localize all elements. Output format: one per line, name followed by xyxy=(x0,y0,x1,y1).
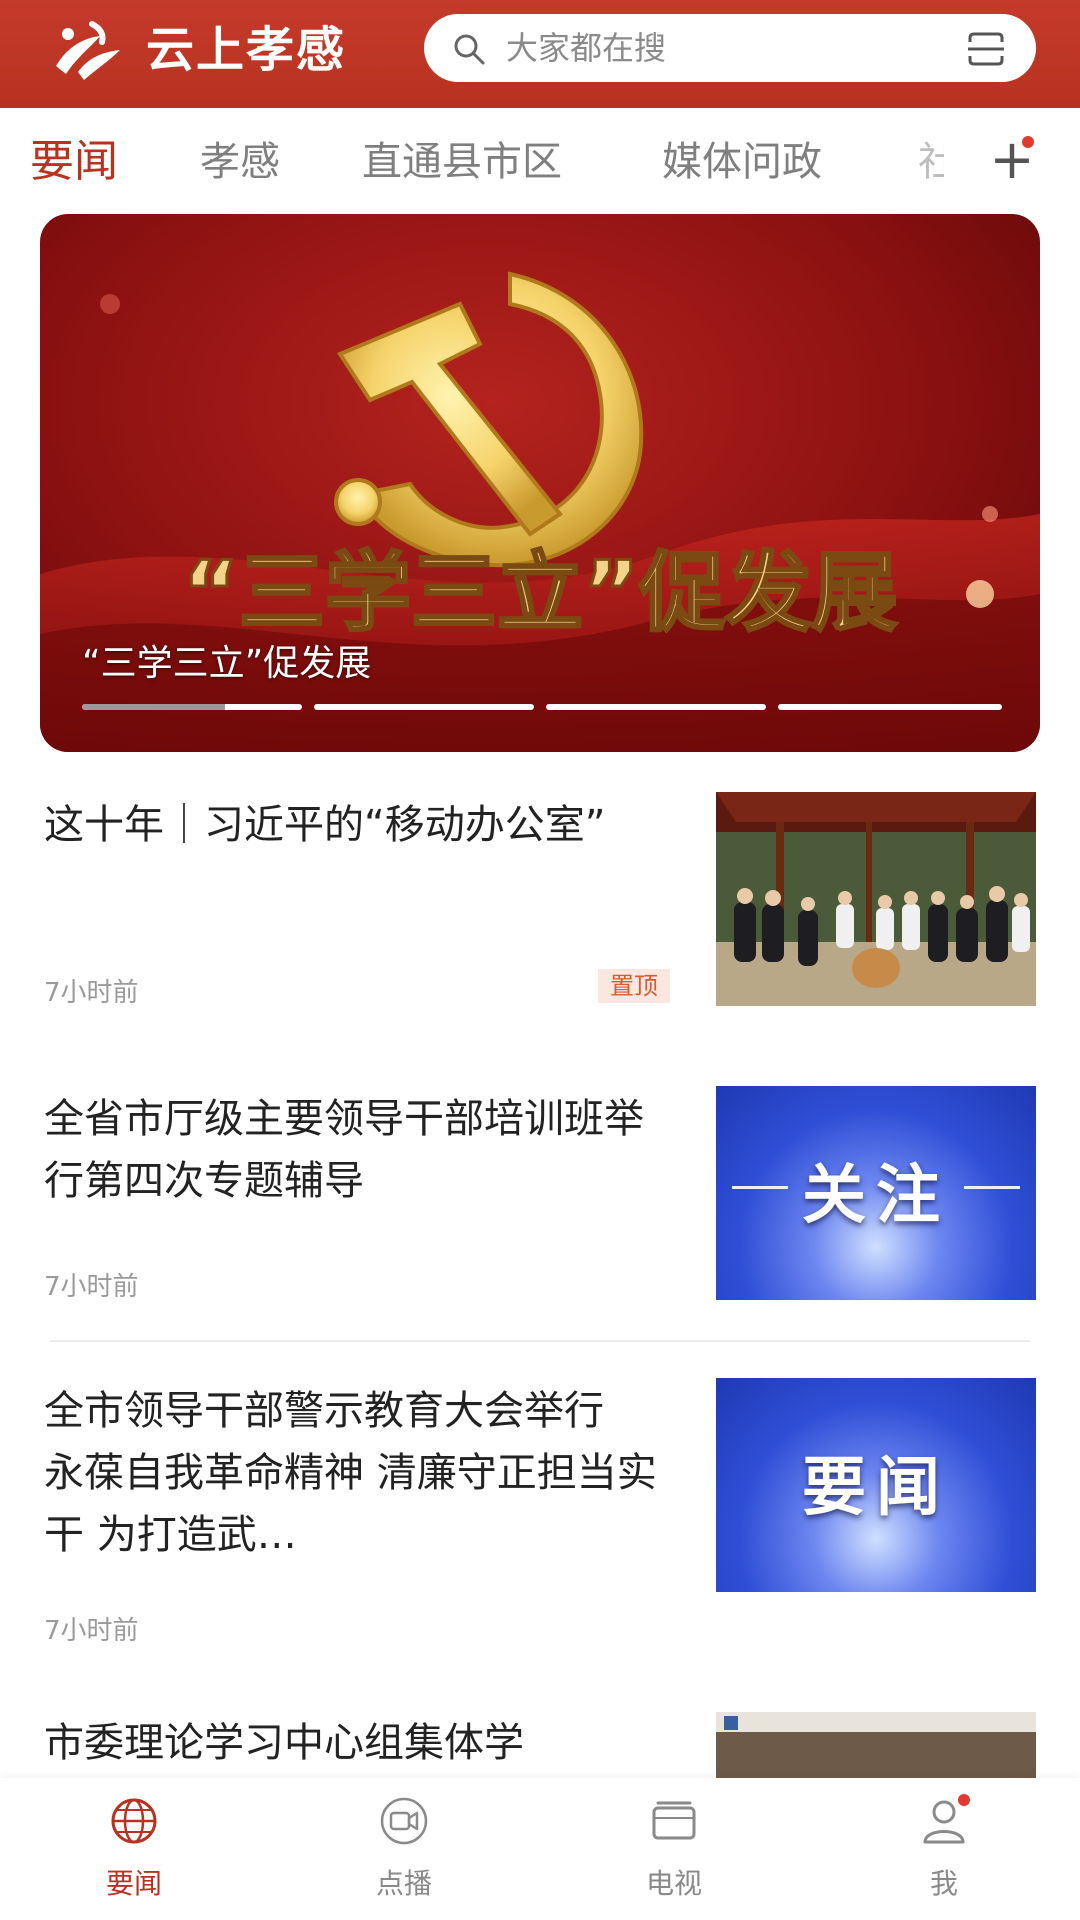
thumbnail-band xyxy=(716,1712,1036,1732)
nav-me[interactable]: 我 xyxy=(874,1778,1014,1920)
indicator-progress xyxy=(82,704,225,710)
carousel-indicators xyxy=(82,704,1002,712)
nav-label: 电视 xyxy=(645,1867,702,1900)
tab-partial[interactable]: 社 xyxy=(918,134,944,190)
bottom-navigation: 要闻 点播 电视 我 xyxy=(0,1778,1080,1920)
news-title: 全市领导干部警示教育大会举行 永葆自我革命精神 清廉守正担当实干 为打造武… xyxy=(44,1388,657,1558)
nav-label: 点播 xyxy=(375,1867,432,1900)
news-item[interactable]: 这十年｜习近平的“移动办公室” 7小时前 置顶 xyxy=(0,786,1080,1046)
nav-dianbo[interactable]: 点播 xyxy=(334,1778,474,1920)
banner-art-title: “三学三立”促发展 xyxy=(182,543,897,643)
news-thumbnail: 要闻 xyxy=(716,1378,1036,1592)
scan-icon[interactable] xyxy=(966,30,1006,68)
indicator-2[interactable] xyxy=(314,704,534,710)
tv-icon xyxy=(652,1801,696,1840)
indicator-4[interactable] xyxy=(778,704,1002,710)
search-placeholder: 大家都在搜 xyxy=(506,29,667,67)
news-time: 7小时前 xyxy=(44,1616,139,1646)
indicator-3[interactable] xyxy=(546,704,766,710)
tab-meiti[interactable]: 媒体问政 xyxy=(662,134,822,190)
news-item[interactable]: 市委理论学习中心组集体学 xyxy=(0,1712,1080,1778)
news-thumbnail xyxy=(716,1712,1036,1778)
indicator-1[interactable] xyxy=(82,704,302,710)
logo-icon xyxy=(56,21,120,80)
news-thumbnail: 关注 xyxy=(716,1086,1036,1300)
news-title: 这十年｜习近平的“移动办公室” xyxy=(44,802,606,848)
news-time: 7小时前 xyxy=(44,1272,139,1302)
app-header: 云上孝感 大家都在搜 xyxy=(0,0,1080,108)
news-item[interactable]: 全省市厅级主要领导干部培训班举行第四次专题辅导 7小时前 关注 xyxy=(0,1080,1080,1330)
thumbnail-label: 要闻 xyxy=(802,1451,950,1525)
news-title: 全省市厅级主要领导干部培训班举行第四次专题辅导 xyxy=(44,1096,644,1204)
thumbnail-label: 关注 xyxy=(802,1159,950,1233)
channel-tabs: 要闻 孝感 直通县市区 媒体问政 社 + xyxy=(0,108,1080,212)
nav-label: 要闻 xyxy=(105,1867,162,1900)
pinned-badge: 置顶 xyxy=(598,969,670,1003)
video-camera-icon xyxy=(380,1797,428,1845)
news-title: 市委理论学习中心组集体学 xyxy=(44,1720,524,1766)
notification-dot xyxy=(1022,136,1034,148)
search-bar[interactable]: 大家都在搜 xyxy=(424,14,1036,82)
tab-xiaogan[interactable]: 孝感 xyxy=(200,134,280,190)
app-title: 云上孝感 xyxy=(146,22,347,78)
nav-dianshi[interactable]: 电视 xyxy=(604,1778,744,1920)
tab-zhitong[interactable]: 直通县市区 xyxy=(362,134,562,190)
globe-icon xyxy=(111,1798,157,1844)
search-icon xyxy=(454,34,485,65)
tab-yaowen[interactable]: 要闻 xyxy=(30,134,118,190)
nav-label: 我 xyxy=(929,1867,958,1900)
banner-carousel[interactable]: “三学三立”促发展 “三学三立”促发展 xyxy=(40,214,1040,752)
banner-caption: “三学三立”促发展 xyxy=(82,643,372,684)
news-thumbnail xyxy=(716,792,1036,1006)
news-item[interactable]: 全市领导干部警示教育大会举行 永葆自我革命精神 清廉守正担当实干 为打造武… 7… xyxy=(0,1372,1080,1662)
notification-dot xyxy=(958,1794,970,1806)
nav-yaowen[interactable]: 要闻 xyxy=(64,1778,204,1920)
thumbnail-badge xyxy=(724,1716,738,1730)
divider xyxy=(50,1340,1030,1342)
news-time: 7小时前 xyxy=(44,978,139,1008)
pavilion-photo xyxy=(716,792,1036,1006)
